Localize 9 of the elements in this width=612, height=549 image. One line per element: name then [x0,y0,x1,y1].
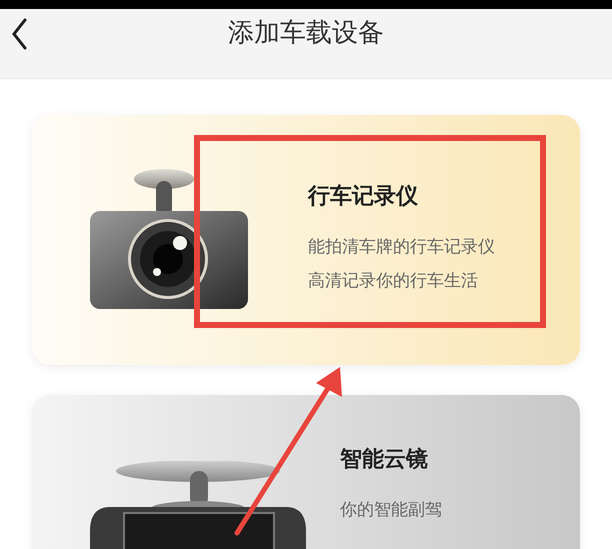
device-name: 智能云镜 [340,446,429,474]
device-name: 行车记录仪 [308,183,419,211]
device-description: 能拍清车牌的行车记录仪 [308,236,495,259]
page-title: 添加车载设备 [228,17,384,50]
device-description: 高清记录你的行车生活 [308,270,479,293]
device-description: 你的智能副驾 [340,499,442,522]
device-card[interactable]: 智能云镜 你的智能副驾 [32,395,580,549]
device-card[interactable]: 行车记录仪 能拍清车牌的行车记录仪 高清记录你的行车生活 [32,115,580,365]
back-icon[interactable] [10,17,28,51]
